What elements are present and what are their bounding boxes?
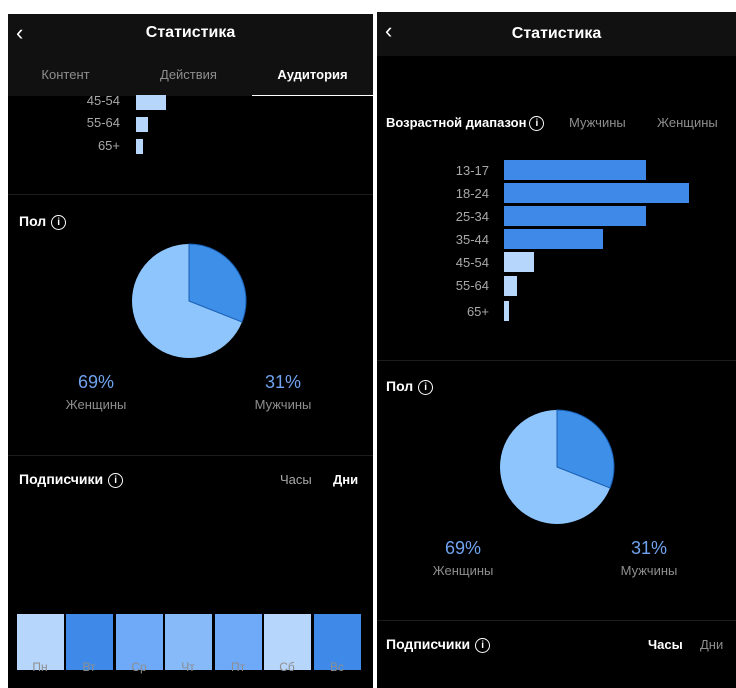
- age-label: 18-24: [455, 186, 489, 201]
- day-label: Чт: [181, 660, 195, 674]
- men-toggle[interactable]: Мужчины: [569, 115, 626, 130]
- day-label: Пн: [32, 660, 48, 674]
- age-label: 35-44: [455, 232, 489, 247]
- women-toggle[interactable]: Женщины: [657, 115, 718, 130]
- info-icon[interactable]: i: [51, 215, 67, 230]
- age-label: 13-17: [455, 163, 489, 178]
- age-label: 25-34: [455, 209, 489, 224]
- age-label: 65+: [97, 138, 120, 153]
- men-percent: 31%: [630, 538, 668, 558]
- men-label: Мужчины: [254, 397, 312, 412]
- age-bar: [136, 117, 148, 132]
- divider: [8, 455, 373, 456]
- info-icon[interactable]: i: [529, 116, 545, 131]
- divider: [377, 360, 736, 361]
- age-bar: [504, 229, 603, 249]
- followers-title: Подписчики: [19, 471, 104, 487]
- days-toggle[interactable]: Дни: [700, 637, 723, 652]
- women-percent: 69%: [444, 538, 482, 558]
- age-label: 55-64: [86, 115, 120, 130]
- women-percent: 69%: [77, 372, 115, 392]
- tab-bar: Контент Действия Аудитория: [8, 56, 373, 96]
- day-label: Пт: [230, 660, 246, 674]
- age-label: 65+: [466, 304, 489, 319]
- hours-toggle[interactable]: Часы: [280, 472, 312, 487]
- gender-title: Пол: [19, 213, 47, 229]
- right-screen: ‹ Статистика Возрастной диапазон i Мужчин…: [377, 12, 736, 688]
- day-label: Вс: [329, 660, 344, 674]
- tab-actions[interactable]: Действия: [131, 67, 246, 82]
- gender-title: Пол: [386, 378, 414, 394]
- age-bar: [136, 139, 143, 154]
- gender-section-title: Пол i: [19, 213, 67, 230]
- top-bar: ‹ Статистика: [8, 14, 373, 56]
- age-bar: [504, 160, 646, 180]
- age-bar: [504, 183, 689, 203]
- divider: [377, 620, 736, 621]
- age-bar: [504, 276, 517, 296]
- screen-title: Статистика: [145, 24, 236, 41]
- age-range-label: Возрастной диапазон: [386, 115, 527, 130]
- hours-toggle[interactable]: Часы: [648, 637, 683, 652]
- women-label: Женщины: [65, 397, 127, 412]
- age-range-title: Возрастной диапазон i: [386, 115, 545, 131]
- age-label: 45-54: [455, 255, 489, 270]
- day-label: Ср: [131, 660, 147, 674]
- followers-title: Подписчики: [386, 636, 471, 652]
- age-bar: [136, 95, 166, 110]
- info-icon[interactable]: i: [475, 638, 491, 653]
- day-label: Сб: [279, 660, 295, 674]
- divider: [8, 194, 373, 195]
- days-toggle[interactable]: Дни: [333, 472, 358, 487]
- gender-section-title: Пол i: [386, 378, 434, 395]
- age-bar: [504, 206, 646, 226]
- active-tab-indicator: [252, 95, 373, 96]
- day-label: Вт: [82, 660, 96, 674]
- gender-pie-chart: [132, 243, 247, 358]
- followers-section-title: Подписчики i: [19, 471, 124, 488]
- men-label: Мужчины: [620, 563, 678, 578]
- age-bar: [504, 301, 509, 321]
- info-icon[interactable]: i: [418, 380, 434, 395]
- info-icon[interactable]: i: [108, 473, 124, 488]
- women-label: Женщины: [432, 563, 494, 578]
- followers-section-title: Подписчики i: [386, 636, 491, 653]
- gender-pie-chart: [500, 409, 615, 524]
- left-screen: ‹ Статистика Контент Действия Аудитория …: [8, 14, 373, 688]
- age-label: 45-54: [86, 93, 120, 108]
- men-percent: 31%: [264, 372, 302, 392]
- top-bar: ‹ Статистика: [377, 12, 736, 56]
- age-label: 55-64: [455, 278, 489, 293]
- tab-audience[interactable]: Аудитория: [252, 67, 373, 82]
- tab-content[interactable]: Контент: [8, 67, 123, 82]
- age-bar: [504, 252, 535, 272]
- screen-title: Статистика: [511, 25, 602, 42]
